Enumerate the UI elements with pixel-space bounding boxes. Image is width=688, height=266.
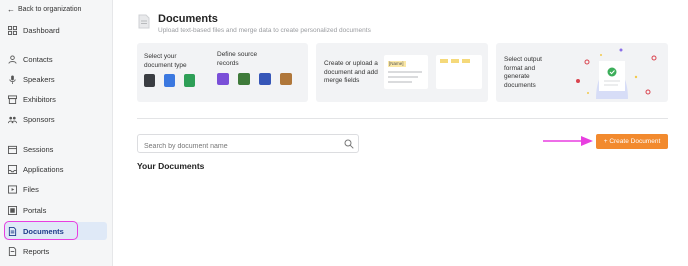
sidebar: ← Back to organization Dashboard Contact… (0, 0, 113, 266)
inbox-icon (8, 164, 17, 174)
merge-preview-doc: [Name] (384, 55, 428, 89)
storefront-icon (8, 94, 17, 104)
merge-field-tag: [Name] (388, 61, 406, 67)
step-merge-fields: Create or upload a document and add merg… (324, 60, 378, 84)
your-documents-heading: Your Documents (137, 161, 205, 171)
sidebar-item-dashboard[interactable]: Dashboard (4, 21, 107, 39)
search-input[interactable] (138, 138, 328, 155)
source-brown-icon (280, 73, 292, 85)
sidebar-item-label: Speakers (23, 74, 55, 84)
sidebar-item-label: Sessions (23, 144, 54, 154)
page-title: Documents (158, 13, 218, 25)
sidebar-item-portals[interactable]: Portals (4, 201, 107, 219)
source-blue-icon (259, 73, 271, 85)
grid-icon (8, 25, 17, 35)
folder-icon (8, 184, 17, 194)
google-sheets-icon (184, 74, 195, 87)
sidebar-item-sessions[interactable]: Sessions (4, 140, 107, 158)
microphone-icon (9, 74, 16, 84)
person-icon (8, 54, 17, 64)
documents-header-icon (138, 14, 150, 29)
step-output-format: Select output format and generate docume… (504, 56, 542, 89)
arrow-left-icon: ← (7, 5, 15, 14)
file-type-dark-icon (144, 74, 155, 87)
search-box (137, 134, 359, 155)
sidebar-item-applications[interactable]: Applications (4, 160, 107, 178)
google-docs-icon (164, 74, 175, 87)
step-source-records: Define source records (217, 51, 258, 67)
source-green-icon (238, 73, 250, 85)
sidebar-item-files[interactable]: Files (4, 180, 107, 198)
sidebar-item-label: Sponsors (23, 114, 55, 124)
portal-icon (8, 205, 17, 215)
output-illustration (576, 48, 657, 99)
section-divider (137, 118, 668, 119)
steps-card-merge: Create or upload a document and add merg… (316, 43, 488, 102)
main-content: Documents Upload text-based files and me… (113, 0, 688, 266)
sidebar-item-speakers[interactable]: Speakers (4, 70, 107, 88)
search-icon[interactable] (344, 139, 354, 149)
page-subtitle: Upload text-based files and merge data t… (158, 27, 371, 34)
create-document-button[interactable]: + Create Document (596, 134, 668, 149)
people-icon (8, 116, 17, 123)
step-document-type: Select your document type (144, 53, 187, 69)
merge-preview-doc-2 (436, 55, 482, 89)
sidebar-item-label: Reports (23, 246, 50, 256)
documents-highlight-ring (4, 221, 78, 240)
pointer-arrow-annotation (543, 136, 593, 146)
sidebar-item-exhibitors[interactable]: Exhibitors (4, 90, 107, 108)
back-to-organization-link[interactable]: ← Back to organization (7, 5, 81, 14)
report-icon (8, 246, 17, 256)
sidebar-item-label: Dashboard (23, 25, 60, 35)
steps-card-type-source: Select your document type Define source … (137, 43, 308, 102)
sidebar-item-label: Files (23, 184, 39, 194)
sidebar-item-label: Portals (23, 205, 47, 215)
calendar-icon (8, 145, 17, 154)
source-purple-icon (217, 73, 229, 85)
steps-card-output: Select output format and generate docume… (496, 43, 668, 102)
sidebar-item-label: Applications (23, 164, 64, 174)
sidebar-item-label: Exhibitors (23, 94, 56, 104)
sidebar-item-sponsors[interactable]: Sponsors (4, 110, 107, 128)
sidebar-item-contacts[interactable]: Contacts (4, 50, 107, 68)
sidebar-item-label: Contacts (23, 54, 53, 64)
back-link-label: Back to organization (18, 6, 82, 13)
sidebar-item-reports[interactable]: Reports (4, 242, 107, 260)
